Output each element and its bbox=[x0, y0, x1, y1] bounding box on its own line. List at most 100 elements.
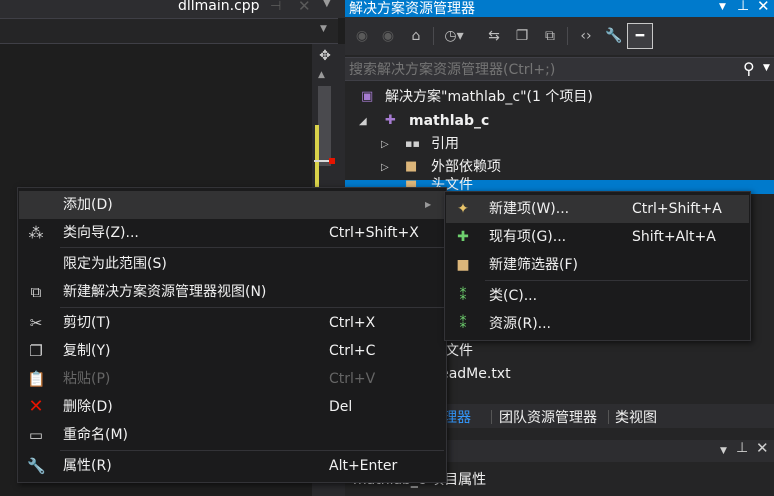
tree-item-label: mathlab_c bbox=[409, 113, 490, 129]
menu-separator bbox=[485, 280, 748, 281]
menu-item-copy[interactable]: ❐ 复制(Y) Ctrl+C bbox=[19, 337, 445, 365]
menu-item-new-item[interactable]: ✦ 新建项(W)... Ctrl+Shift+A bbox=[446, 195, 749, 223]
menu-item-label: 新建项(W)... bbox=[489, 201, 570, 217]
tab-team-explorer[interactable]: 团队资源管理器 bbox=[499, 407, 597, 427]
error-marker bbox=[329, 158, 335, 164]
paste-icon: 📋 bbox=[27, 370, 46, 388]
menu-item-shortcut: Del bbox=[329, 399, 353, 415]
back-icon[interactable]: ◉ bbox=[351, 26, 373, 46]
tab-separator bbox=[491, 410, 492, 424]
menu-item-scope-to-this[interactable]: 限定为此范围(S) bbox=[19, 250, 445, 278]
home-icon[interactable]: ⌂ bbox=[405, 26, 427, 46]
close-icon[interactable]: ✕ bbox=[298, 0, 311, 15]
chevron-down-icon[interactable]: ▼ bbox=[320, 24, 327, 34]
class-icon: ⁑ bbox=[459, 288, 467, 304]
pending-changes-icon[interactable]: ◷▾ bbox=[443, 26, 465, 46]
chevron-down-icon[interactable]: ▼ bbox=[720, 446, 727, 456]
pin-icon[interactable]: ⊥ bbox=[737, 0, 749, 14]
menu-separator bbox=[60, 307, 444, 308]
tree-item-references[interactable]: ▷ ▪▪ 引用 bbox=[345, 133, 774, 156]
tree-item-external-deps[interactable]: ▷ ■ 外部依赖项 bbox=[345, 156, 774, 179]
panel-title: 解决方案资源管理器 bbox=[349, 1, 475, 17]
menu-item-cut[interactable]: ✂ 剪切(T) Ctrl+X bbox=[19, 309, 445, 337]
pin-icon[interactable]: ⊥ bbox=[736, 440, 748, 456]
changes-marker bbox=[315, 125, 319, 190]
pin-icon[interactable]: ⊣ bbox=[270, 0, 281, 14]
tree-item-solution[interactable]: ▣ 解决方案"mathlab_c"(1 个项目) bbox=[345, 86, 774, 109]
chevron-down-icon[interactable]: ▼ bbox=[763, 63, 770, 73]
tree-item-label: 解决方案"mathlab_c"(1 个项目) bbox=[385, 89, 593, 105]
menu-item-label: 剪切(T) bbox=[63, 315, 111, 331]
show-all-files-icon[interactable]: ⧉ bbox=[539, 26, 561, 46]
solution-icon: ▣ bbox=[361, 89, 374, 104]
close-icon[interactable]: ✕ bbox=[757, 0, 770, 15]
toolbar-separator bbox=[567, 27, 568, 45]
solution-explorer-search[interactable]: ⚲ ▼ bbox=[345, 57, 774, 81]
menu-item-delete[interactable]: ✕ 删除(D) Del bbox=[19, 393, 445, 421]
menu-item-rename[interactable]: ▭ 重命名(M) bbox=[19, 421, 445, 449]
menu-separator bbox=[60, 450, 444, 451]
menu-item-paste[interactable]: 📋 粘贴(P) Ctrl+V bbox=[19, 365, 445, 393]
navigation-bar[interactable]: ▼ bbox=[0, 18, 338, 44]
tree-item-label: 外部依赖项 bbox=[431, 159, 501, 175]
expanded-arrow-icon[interactable]: ◢ bbox=[359, 110, 367, 133]
tree-item-label: 引用 bbox=[431, 136, 459, 152]
copy-icon: ❐ bbox=[29, 342, 43, 360]
scroll-thumb[interactable] bbox=[318, 86, 331, 166]
references-icon: ▪▪ bbox=[405, 137, 420, 150]
search-icon[interactable]: ⚲ bbox=[743, 59, 755, 78]
split-window-icon[interactable]: ✥ bbox=[316, 48, 334, 66]
menu-item-label: 资源(R)... bbox=[489, 316, 552, 332]
tab-class-view[interactable]: 类视图 bbox=[615, 407, 657, 427]
collapse-all-icon[interactable]: ❐ bbox=[511, 26, 533, 46]
preview-icon[interactable]: ━ bbox=[627, 23, 653, 49]
menu-item-add[interactable]: 添加(D) ▶ bbox=[19, 191, 445, 219]
menu-item-label: 属性(R) bbox=[63, 458, 112, 474]
collapsed-arrow-icon[interactable]: ▷ bbox=[381, 133, 389, 156]
scroll-up-icon[interactable]: ▲ bbox=[318, 70, 325, 80]
menu-item-class-wizard[interactable]: ⁂ 类向导(Z)... Ctrl+Shift+X bbox=[19, 219, 445, 247]
existing-item-icon: ✚ bbox=[457, 229, 469, 245]
delete-icon: ✕ bbox=[28, 396, 44, 417]
resource-icon: ⁑ bbox=[459, 316, 467, 332]
menu-item-shortcut: Ctrl+Shift+A bbox=[632, 201, 722, 217]
collapsed-arrow-icon[interactable]: ▷ bbox=[381, 156, 389, 179]
menu-item-shortcut: Ctrl+V bbox=[329, 371, 376, 387]
chevron-down-icon[interactable]: ▼ bbox=[719, 2, 726, 12]
new-item-icon: ✦ bbox=[457, 201, 469, 217]
submenu-arrow-icon: ▶ bbox=[425, 200, 432, 209]
menu-item-class[interactable]: ⁑ 类(C)... bbox=[446, 282, 749, 310]
search-input[interactable] bbox=[349, 60, 729, 80]
menu-item-existing-item[interactable]: ✚ 现有项(G)... Shift+Alt+A bbox=[446, 223, 749, 251]
menu-item-label: 重命名(M) bbox=[63, 427, 129, 443]
menu-item-label: 现有项(G)... bbox=[489, 229, 567, 245]
tab-dropdown-icon[interactable]: ▼ bbox=[323, 0, 331, 9]
menu-item-label: 新建解决方案资源管理器视图(N) bbox=[63, 284, 267, 300]
menu-item-label: 添加(D) bbox=[63, 197, 113, 213]
menu-item-properties[interactable]: 🔧 属性(R) Alt+Enter bbox=[19, 452, 445, 480]
menu-item-shortcut: Shift+Alt+A bbox=[632, 229, 716, 245]
document-tab[interactable]: dllmain.cpp ⊣ ✕ ▼ bbox=[160, 0, 345, 18]
menu-item-label: 限定为此范围(S) bbox=[63, 256, 167, 272]
forward-icon[interactable]: ◉ bbox=[377, 26, 399, 46]
tree-item-project[interactable]: ◢ ✚ mathlab_c bbox=[345, 110, 774, 133]
menu-item-resource[interactable]: ⁑ 资源(R)... bbox=[446, 310, 749, 338]
add-submenu: ✦ 新建项(W)... Ctrl+Shift+A ✚ 现有项(G)... Shi… bbox=[444, 191, 751, 341]
properties-icon[interactable]: 🔧 bbox=[603, 26, 625, 46]
view-code-icon[interactable]: ‹› bbox=[575, 26, 597, 46]
menu-item-label: 删除(D) bbox=[63, 399, 113, 415]
toolbar-separator bbox=[433, 27, 434, 45]
new-filter-icon: ■ bbox=[456, 257, 470, 273]
class-wizard-icon: ⁂ bbox=[28, 224, 44, 242]
solution-explorer-title-bar[interactable]: 解决方案资源管理器 ▼ ⊥ ✕ bbox=[345, 0, 774, 17]
menu-item-shortcut: Ctrl+Shift+X bbox=[329, 225, 419, 241]
sync-icon[interactable]: ⇆ bbox=[483, 26, 505, 46]
menu-item-shortcut: Ctrl+C bbox=[329, 343, 376, 359]
menu-item-shortcut: Alt+Enter bbox=[329, 458, 398, 474]
menu-item-label: 新建筛选器(F) bbox=[489, 257, 578, 273]
menu-item-new-view[interactable]: ⧉ 新建解决方案资源管理器视图(N) bbox=[19, 278, 445, 306]
context-menu: 添加(D) ▶ ⁂ 类向导(Z)... Ctrl+Shift+X 限定为此范围(… bbox=[17, 187, 447, 483]
close-icon[interactable]: ✕ bbox=[756, 439, 769, 457]
solution-explorer-toolbar: ◉ ◉ ⌂ ◷▾ ⇆ ❐ ⧉ ‹› 🔧 ━ bbox=[345, 17, 774, 55]
menu-item-new-filter[interactable]: ■ 新建筛选器(F) bbox=[446, 251, 749, 279]
